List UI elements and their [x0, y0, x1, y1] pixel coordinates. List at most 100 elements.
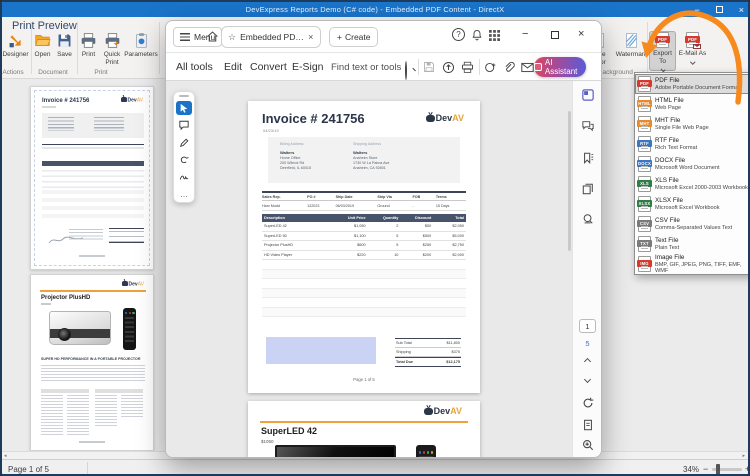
page-count-label: 5	[573, 339, 602, 348]
thumbnail-page-2[interactable]: DevAV Projector PlusHD SUPER HD PERFORMA…	[30, 274, 154, 451]
menu-item-docx-file[interactable]: DOCX DOCX FileMicrosoft Word Document	[635, 154, 750, 174]
quick-print-button[interactable]: Quick Print	[99, 31, 125, 71]
home-button[interactable]	[206, 30, 219, 43]
print-document-button[interactable]	[461, 61, 474, 74]
pdf-toolbar: All tools Edit Convert E-Sign Find text …	[166, 53, 601, 81]
chevron-down-icon	[690, 59, 695, 64]
more-tools-button[interactable]: …	[176, 188, 192, 202]
palette-drag-handle[interactable]	[179, 95, 189, 97]
menu-item-html-file[interactable]: HTML HTML FileWeb Page	[635, 94, 750, 114]
rtf-file-icon: RTF	[638, 136, 651, 152]
help-button[interactable]: ?	[452, 28, 465, 41]
print-button[interactable]: Print	[78, 31, 99, 71]
pdf-close-button[interactable]: ×	[578, 28, 584, 40]
nav-edit[interactable]: Edit	[224, 61, 242, 73]
zoom-slider-thumb[interactable]	[716, 464, 720, 475]
fit-page-button[interactable]	[573, 419, 602, 431]
pdf-maximize-button[interactable]	[551, 31, 559, 39]
rotate-page-button[interactable]	[573, 397, 602, 409]
menu-item-csv-file[interactable]: CSV CSV FileComma-Separated Values Text	[635, 214, 750, 234]
pdf-minimize-button[interactable]: −	[522, 28, 528, 40]
text-line-placeholder	[79, 255, 105, 257]
menu-item-image-file[interactable]: IMG Image FileBMP, GIF, JPEG, PNG, TIFF,…	[635, 254, 750, 274]
nav-e-sign[interactable]: E-Sign	[292, 61, 324, 73]
tool-palette: …	[173, 91, 195, 203]
vertical-scrollbar[interactable]	[568, 111, 571, 251]
previous-page-button[interactable]	[573, 359, 602, 364]
watermark-button[interactable]: Watermark	[615, 31, 648, 71]
product-title: SuperLED 42	[261, 426, 317, 436]
next-page-button[interactable]	[573, 377, 602, 382]
devav-logo: Dev AV	[426, 113, 464, 123]
close-button[interactable]: ×	[739, 5, 744, 15]
search-icon[interactable]	[405, 61, 407, 80]
parameters-button[interactable]: Parameters	[126, 31, 156, 71]
tab-close-icon[interactable]: ×	[308, 32, 313, 42]
save-button[interactable]: Save	[54, 31, 75, 71]
menu-item-text-file[interactable]: TXT Text FilePlain Text	[635, 234, 750, 254]
thumb-empty-rows	[42, 190, 144, 218]
apps-grid-icon[interactable]	[489, 30, 500, 41]
save-file-button[interactable]	[423, 61, 435, 73]
find-text-label[interactable]: Find text or tools	[331, 62, 401, 73]
menu-item-xls-file[interactable]: XLS XLS FileMicrosoft Excel 2000-2003 Wo…	[635, 174, 750, 194]
thumb1-title: Invoice # 241756	[42, 98, 89, 104]
email-button[interactable]	[521, 62, 534, 73]
ai-assistant-button[interactable]: AI Assistant	[534, 57, 586, 77]
empty-row	[262, 308, 466, 318]
star-icon: ☆	[228, 32, 236, 43]
zoom-in-button[interactable]: +	[745, 464, 750, 474]
share-upload-button[interactable]	[442, 61, 455, 74]
parameters-icon	[133, 32, 150, 49]
xlsx-file-icon: XLSX	[638, 196, 651, 212]
maximize-button[interactable]	[716, 6, 723, 13]
billing-address: Billing Address Walters Home Office 200 …	[280, 142, 311, 183]
export-to-button[interactable]: PDF Export To	[649, 31, 676, 71]
notifications-button[interactable]	[471, 29, 483, 41]
nav-all-tools[interactable]: All tools	[176, 61, 213, 73]
link-attach-button[interactable]	[503, 61, 516, 74]
highlight-tool-button[interactable]	[176, 153, 192, 167]
zoom-in-button[interactable]	[573, 439, 602, 451]
bookmarks-panel-button[interactable]	[573, 152, 602, 164]
table-row: Projector PlusHD $600 5 $250 $2,750	[262, 241, 466, 251]
thumb-specs-header	[41, 389, 89, 393]
comments-panel-button[interactable]	[573, 120, 602, 132]
stamp-panel-button[interactable]	[573, 213, 602, 225]
pencil-tool-button[interactable]	[176, 136, 192, 150]
sign-tool-button[interactable]	[176, 170, 192, 184]
items-header-row: Description Unit Price Quantity Discount…	[262, 214, 466, 222]
devav-logo: DevAV	[121, 97, 144, 104]
email-as-button[interactable]: PDF E-Mail As	[678, 31, 707, 71]
envelope-icon	[693, 44, 701, 50]
menu-item-mht-file[interactable]: MHT MHT FileSingle File Web Page	[635, 114, 750, 134]
select-tool-button[interactable]	[176, 101, 192, 115]
devav-logo: DevAV	[122, 281, 145, 288]
add-stamp-button[interactable]	[484, 61, 497, 74]
orange-rule	[40, 290, 146, 292]
thumbnail-page-1[interactable]: Invoice # 241756 DevAV	[30, 86, 154, 270]
shipping-address: Shipping Address Walters Anaheim Store 1…	[353, 142, 389, 183]
tab-embedded-pdf-content[interactable]: ☆ Embedded PDF Content... ×	[221, 26, 321, 48]
thumb-items-rows	[42, 166, 144, 188]
invoice-info-table: Sales Rep. PO # Ship Date Ship Via FOB T…	[262, 191, 466, 211]
create-tab-button[interactable]: + Create	[329, 27, 378, 47]
menu-item-xlsx-file[interactable]: XLSX XLSX FileMicrosoft Excel Workbook	[635, 194, 750, 214]
pages-copy-panel-button[interactable]	[573, 183, 602, 195]
devav-logo: Dev AV	[424, 406, 462, 416]
table-row: HD Video Player $220 10 $200 $2,000	[262, 251, 466, 261]
export-pdf-icon: PDF	[656, 32, 669, 48]
text-line-placeholder	[121, 395, 143, 419]
pdf-right-panel: 1 5	[572, 81, 601, 458]
menu-item-rtf-file[interactable]: RTF RTF FileRich Text Format	[635, 134, 750, 154]
comment-tool-button[interactable]	[176, 118, 192, 132]
page-number-input[interactable]: 1	[579, 319, 596, 333]
text-line-placeholder	[79, 441, 105, 443]
page-panels-button[interactable]	[573, 89, 602, 101]
zoom-out-button[interactable]: −	[703, 464, 708, 474]
designer-button[interactable]: Designer	[2, 31, 29, 71]
open-button[interactable]: Open	[32, 31, 53, 71]
nav-convert[interactable]: Convert	[250, 61, 287, 73]
minimize-button[interactable]: −	[694, 5, 699, 15]
menu-item-pdf-file[interactable]: PDF PDF FileAdobe Portable Document Form…	[635, 74, 750, 94]
